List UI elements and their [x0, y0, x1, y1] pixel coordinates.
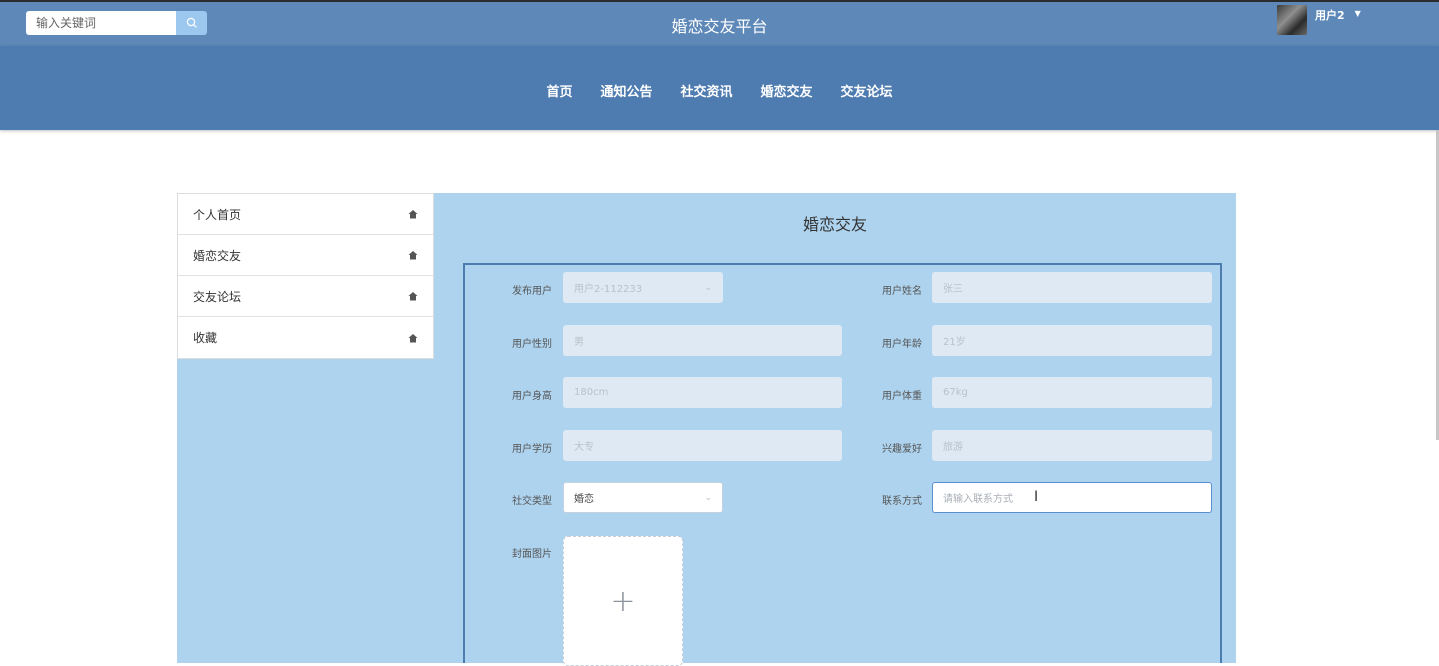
nav-item-news[interactable]: 社交资讯 — [666, 81, 746, 100]
sidebar-item-favorites[interactable]: 收藏 — [178, 317, 433, 358]
user-menu[interactable]: 用户2 ▼ — [1277, 5, 1361, 35]
name-field[interactable]: 张三 — [932, 272, 1212, 303]
caret-down-icon[interactable]: ▼ — [1355, 9, 1361, 18]
sidebar-item-profile[interactable]: 个人首页 — [178, 194, 433, 235]
page-title: 婚恋交友 — [802, 215, 867, 234]
contact-label: 联系方式 — [882, 496, 922, 507]
chevron-down-icon: ⌄ — [704, 492, 712, 503]
sidebar-item-label: 个人首页 — [193, 207, 242, 222]
sidebar-item-label: 婚恋交友 — [193, 248, 242, 263]
social-type-value: 婚恋 — [574, 494, 594, 505]
publisher-value: 用户2-112233 — [574, 284, 643, 295]
height-field[interactable]: 180cm — [563, 377, 842, 408]
height-label: 用户身高 — [512, 391, 552, 402]
plus-icon: + — [610, 583, 636, 619]
age-value: 21岁 — [943, 337, 966, 348]
top-bar: 婚恋交友平台 用户2 ▼ — [0, 0, 1439, 46]
home-icon — [408, 210, 418, 219]
nav-item-home[interactable]: 首页 — [532, 81, 586, 100]
home-icon — [408, 333, 418, 342]
gender-field[interactable]: 男 — [563, 325, 842, 356]
user-name[interactable]: 用户2 — [1315, 7, 1345, 23]
chevron-down-icon: ⌄ — [704, 282, 712, 293]
name-value: 张三 — [943, 284, 963, 295]
gender-label: 用户性别 — [512, 339, 552, 350]
hobby-value: 旅游 — [943, 442, 963, 453]
nav-item-forum[interactable]: 交友论坛 — [827, 81, 907, 100]
weight-value: 67kg — [943, 387, 968, 398]
name-label: 用户姓名 — [882, 286, 922, 297]
education-field[interactable]: 大专 — [563, 430, 842, 461]
site-title: 婚恋交友平台 — [671, 17, 768, 36]
gender-value: 男 — [574, 337, 584, 348]
contact-input[interactable]: 请输入联系方式 — [932, 482, 1212, 513]
education-value: 大专 — [574, 442, 594, 453]
sidebar-item-label: 收藏 — [193, 331, 218, 345]
text-cursor-icon: I — [1034, 489, 1039, 505]
age-field[interactable]: 21岁 — [932, 325, 1212, 356]
education-label: 用户学历 — [512, 444, 552, 455]
nav-item-notices[interactable]: 通知公告 — [586, 81, 666, 100]
cover-upload[interactable]: + — [563, 536, 683, 666]
sidebar-item-dating[interactable]: 婚恋交友 — [178, 235, 433, 276]
publisher-select[interactable]: 用户2-112233 ⌄ — [563, 272, 723, 303]
social-type-label: 社交类型 — [512, 496, 552, 507]
hobby-field[interactable]: 旅游 — [932, 430, 1212, 461]
avatar[interactable] — [1277, 5, 1307, 35]
nav-item-dating[interactable]: 婚恋交友 — [747, 81, 827, 100]
contact-placeholder: 请输入联系方式 — [943, 494, 1013, 505]
home-icon — [408, 251, 418, 260]
height-value: 180cm — [574, 387, 609, 398]
weight-field[interactable]: 67kg — [932, 377, 1212, 408]
cover-label: 封面图片 — [512, 549, 552, 560]
hobby-label: 兴趣爱好 — [882, 444, 922, 455]
sidebar-item-forum[interactable]: 交友论坛 — [178, 276, 433, 317]
main-nav: 首页 通知公告 社交资讯 婚恋交友 交友论坛 — [0, 46, 1439, 130]
publisher-label: 发布用户 — [512, 286, 552, 297]
side-menu: 个人首页 婚恋交友 交友论坛 收藏 — [177, 193, 434, 359]
social-type-select[interactable]: 婚恋 ⌄ — [563, 482, 723, 513]
sidebar-item-label: 交友论坛 — [193, 289, 242, 304]
age-label: 用户年龄 — [882, 339, 922, 350]
weight-label: 用户体重 — [882, 391, 922, 402]
home-icon — [408, 292, 418, 301]
